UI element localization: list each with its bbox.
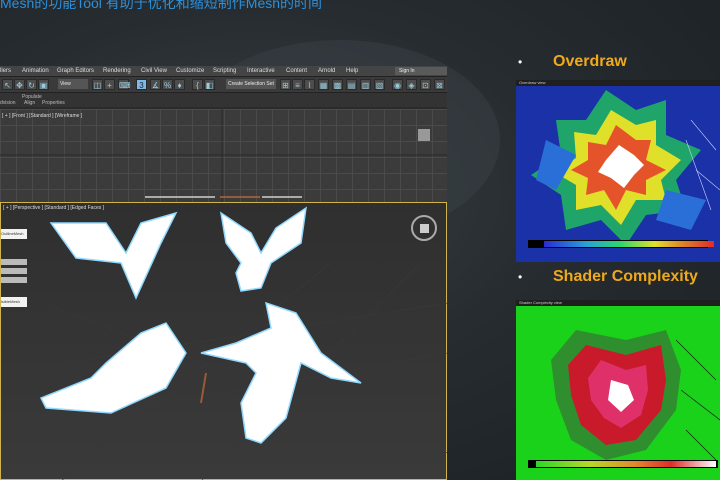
slide: Mesh的功能Tool 有助于优化和缩短制作Mesh的时间 llers Anim… (0, 0, 720, 480)
ribbon: Populate dvision Align Properties (0, 93, 447, 107)
curve-editor-icon[interactable]: ⌇ (304, 79, 315, 90)
menu-item[interactable]: Help (346, 66, 358, 76)
shader-complexity-visualization (551, 330, 720, 461)
viewcube-icon[interactable] (418, 129, 430, 141)
render-frame-icon[interactable]: ▥ (360, 79, 371, 90)
schematic-icon[interactable]: ▦ (318, 79, 329, 90)
menu-item[interactable]: Animation (22, 66, 49, 76)
subdivision-button[interactable]: dvision (0, 100, 16, 106)
align-button[interactable]: Align (24, 100, 35, 106)
render-setup-icon[interactable]: ▤ (346, 79, 357, 90)
selection-set-dropdown[interactable]: Create Selection Set (226, 79, 276, 89)
percent-snap-icon[interactable]: % (162, 79, 173, 90)
properties-button[interactable]: Properties (42, 100, 65, 106)
mirror-icon[interactable]: ◧ (204, 79, 215, 90)
shader-legend-bar (528, 460, 718, 468)
scale-icon[interactable]: ▣ (38, 79, 49, 90)
rotate-icon[interactable]: ↻ (26, 79, 37, 90)
teapot-icon[interactable]: ◉ (392, 79, 403, 90)
edit-named-sets-icon[interactable]: { (192, 79, 203, 90)
menu-item[interactable]: Content (286, 66, 307, 76)
menu-item[interactable]: llers (0, 66, 11, 76)
overdraw-visualization (531, 90, 720, 245)
render-active-icon[interactable]: ⊠ (434, 79, 445, 90)
arnold-icon[interactable]: ⊡ (420, 79, 431, 90)
menu-item[interactable]: Arnold (318, 66, 335, 76)
material-editor-icon[interactable]: ▩ (332, 79, 343, 90)
slide-title: Mesh的功能Tool 有助于优化和缩短制作Mesh的时间 (0, 0, 323, 11)
menu-item[interactable]: Civil View (141, 66, 167, 76)
overdraw-screenshot: Overdraw view (516, 80, 720, 262)
select-object-icon[interactable]: + (104, 79, 115, 90)
main-toolbar: ↖ ✥ ↻ ▣ View ◫ + ⌨ 3 ∡ % ♦ { ◧ Create Se… (0, 77, 447, 93)
keyboard-icon[interactable]: ⌨ (118, 79, 131, 90)
render-icon[interactable]: ▧ (374, 79, 385, 90)
move-icon[interactable]: ✥ (14, 79, 25, 90)
layer-icon[interactable]: ≡ (292, 79, 303, 90)
angle-snap-icon[interactable]: ∡ (150, 79, 161, 90)
menu-item[interactable]: Interactive (247, 66, 275, 76)
menu-item[interactable]: Graph Editors (57, 66, 94, 76)
scene-meshes (1, 206, 447, 480)
bullet-dot: • (518, 55, 523, 69)
menu-item[interactable]: Rendering (103, 66, 131, 76)
overdraw-legend-bar (528, 240, 714, 248)
sign-in-dropdown[interactable]: Sign In (395, 67, 447, 75)
menu-bar: llers Animation Graph Editors Rendering … (0, 66, 447, 77)
bullet-overdraw: Overdraw (553, 53, 627, 70)
menu-item[interactable]: Customize (176, 66, 204, 76)
perspective-viewport[interactable]: [ + ] [Perspective ] [Standard ] [Edged … (0, 202, 447, 480)
view-dropdown[interactable]: View (58, 79, 88, 89)
spinner-snap-icon[interactable]: ♦ (174, 79, 185, 90)
render-production-icon[interactable]: ◈ (406, 79, 417, 90)
select-icon[interactable]: ↖ (2, 79, 13, 90)
align-icon[interactable]: ⊞ (280, 79, 291, 90)
pivot-icon[interactable]: ◫ (92, 79, 103, 90)
snap-icon[interactable]: 3 (136, 79, 147, 90)
shader-complexity-screenshot: Shader Complexity view (516, 300, 720, 480)
bullet-dot: • (518, 270, 523, 284)
menu-item[interactable]: Scripting (213, 66, 236, 76)
bullet-shader-complexity: Shader Complexity (553, 268, 698, 285)
max-window: llers Animation Graph Editors Rendering … (0, 66, 447, 480)
